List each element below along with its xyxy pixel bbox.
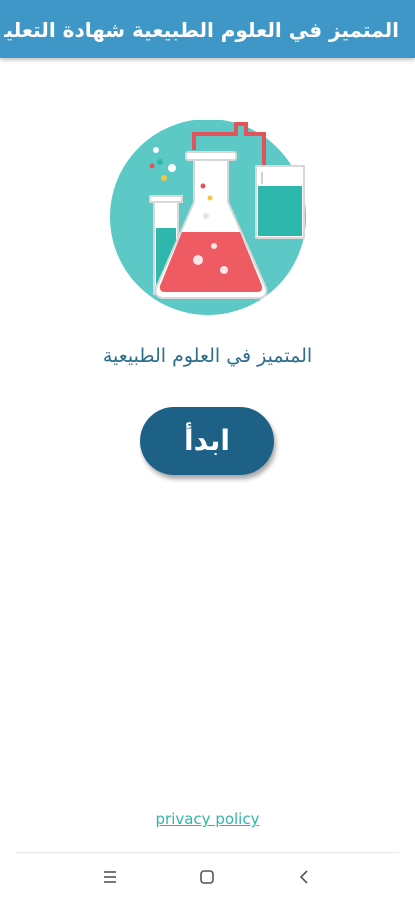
app-title: المتميز في العلوم الطبيعية شهادة التعليم… (4, 18, 399, 42)
recent-apps-icon[interactable] (98, 865, 122, 889)
page-subtitle: المتميز في العلوم الطبيعية (102, 345, 313, 367)
lab-flask-illustration (110, 120, 306, 315)
privacy-policy-link[interactable]: privacy policy (0, 810, 415, 828)
start-button[interactable]: ابدأ (140, 407, 274, 475)
system-navigation-bar (0, 853, 415, 900)
back-icon[interactable] (292, 865, 316, 889)
app-bar: المتميز في العلوم الطبيعية شهادة التعليم… (0, 0, 415, 58)
home-icon[interactable] (195, 865, 219, 889)
